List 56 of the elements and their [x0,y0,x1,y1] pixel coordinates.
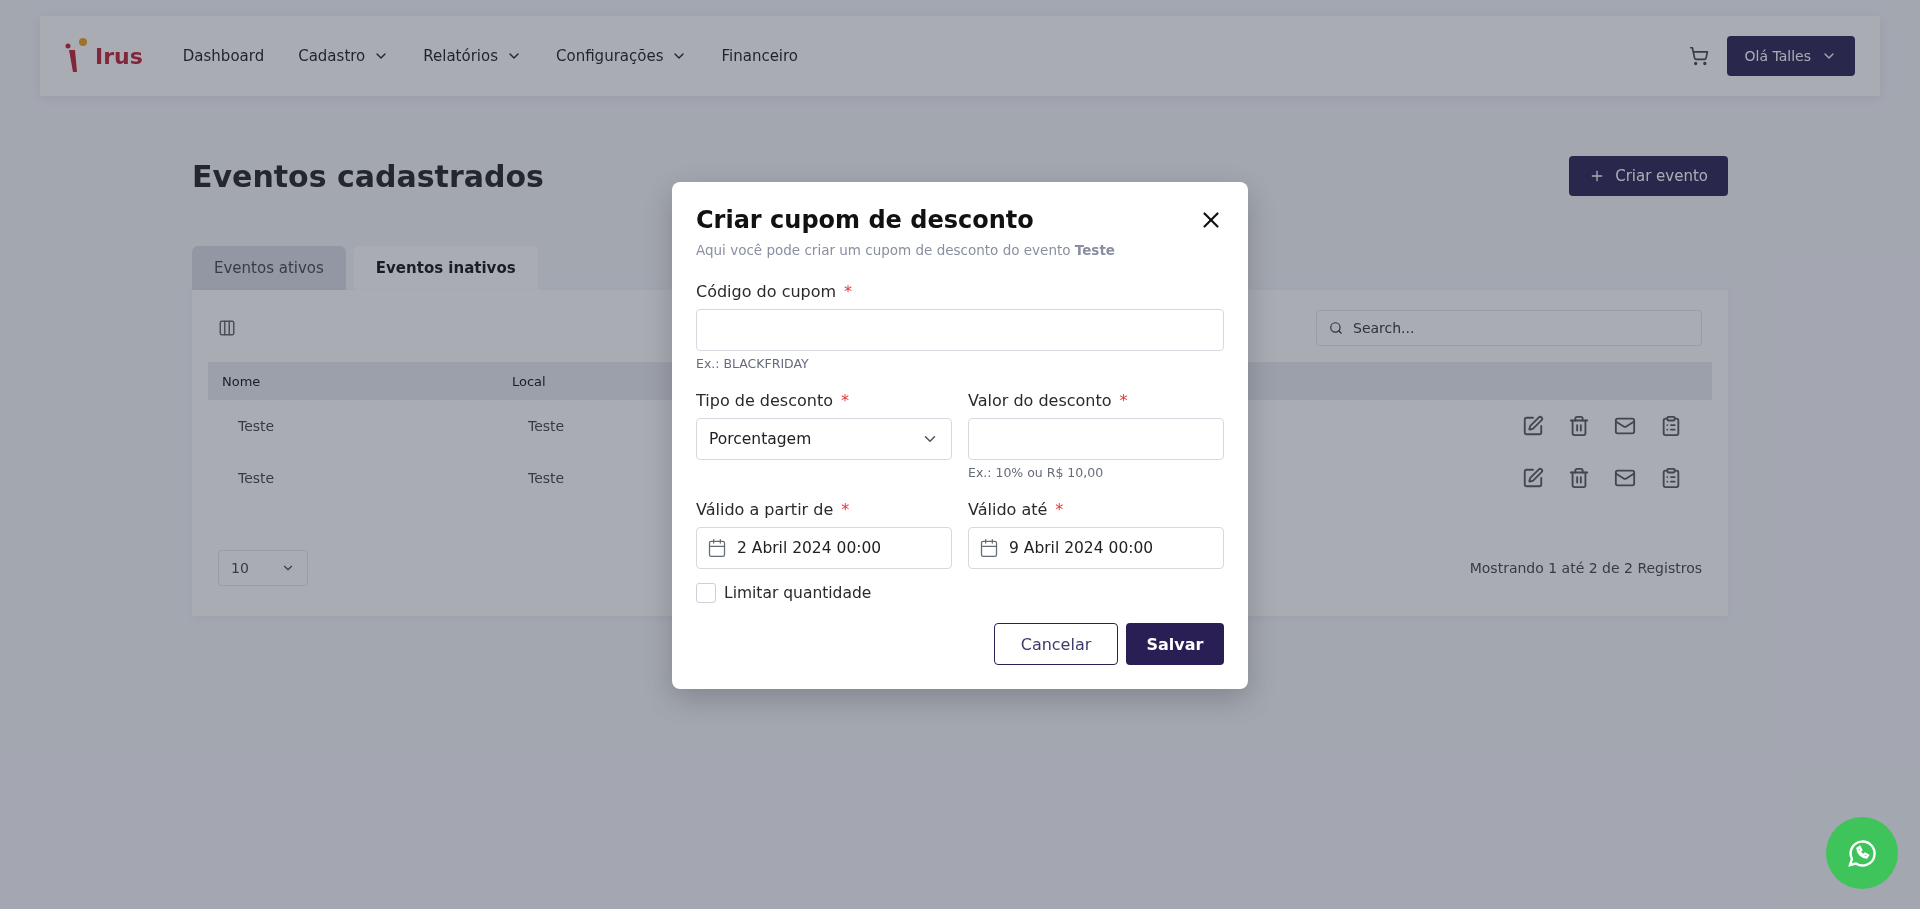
edit-icon[interactable] [1522,415,1544,437]
table-cell: Teste [528,418,565,434]
trash-icon[interactable] [1568,467,1590,489]
table-cell: Teste [238,418,275,434]
field-hint: Ex.: 10% ou R$ 10,00 [968,465,1105,480]
columns-icon[interactable] [218,319,236,337]
column-header: Nome [222,373,261,389]
required-asterisk: * [1055,500,1064,519]
records-summary: Mostrando 1 até 2 de 2 Registros [1469,560,1702,576]
field-label: Código do cupom [696,282,837,301]
dialog-subtitle: Aqui você pode criar um cupom de desconto do evento Teste [696,242,1116,258]
user-menu-button[interactable]: Olá Talles [1726,36,1855,76]
cart-icon[interactable] [1688,46,1709,66]
save-button[interactable]: Salvar [1126,623,1224,665]
text-input-field[interactable] [968,418,1224,460]
table-cell: Teste [528,470,565,486]
logo: Irus [65,36,143,76]
date-input-field[interactable]: 2 Abril 2024 00:00 [696,527,952,569]
calendar-icon [707,538,727,558]
nav-link[interactable]: Cadastro [298,47,390,65]
field-label: Válido até [968,500,1048,519]
checkbox-label: Limitar quantidade [724,584,872,602]
date-input-field[interactable]: 9 Abril 2024 00:00 [968,527,1224,569]
clipboard-icon[interactable] [1660,467,1682,489]
text-input-field[interactable] [696,309,1224,351]
cancel-button[interactable]: Cancelar [994,623,1118,665]
mail-icon[interactable] [1614,415,1636,437]
tab[interactable]: Eventos inativos [353,246,538,290]
nav-link[interactable]: Configurações [556,47,688,65]
page-title: Eventos cadastrados [192,158,544,194]
search-icon [1329,321,1343,335]
dialog-title: Criar cupom de desconto [696,206,1034,234]
nav-link[interactable]: Relatórios [423,47,522,65]
table-cell: Teste [238,470,275,486]
field-label: Valor do desconto [968,391,1112,410]
nav-link[interactable]: Financeiro [721,47,799,65]
column-header: Local [512,373,546,389]
discount-type-select[interactable]: Porcentagem [696,418,952,460]
create-event-button[interactable]: Criar evento [1569,156,1728,196]
tab[interactable]: Eventos ativos [192,246,346,290]
edit-icon[interactable] [1522,467,1544,489]
required-asterisk: * [844,282,853,301]
field-hint: Ex.: BLACKFRIDAY [696,356,810,371]
checkbox[interactable] [696,583,716,603]
trash-icon[interactable] [1568,415,1590,437]
calendar-icon [979,538,999,558]
required-asterisk: * [840,391,849,410]
clipboard-icon[interactable] [1660,415,1682,437]
search-field[interactable]: Search... [1316,310,1702,346]
field-label: Tipo de desconto [696,391,833,410]
page-size-select[interactable]: 10 [218,550,308,586]
required-asterisk: * [1119,391,1128,410]
field-label: Válido a partir de [696,500,834,519]
required-asterisk: * [841,500,850,519]
mail-icon[interactable] [1614,467,1636,489]
nav-link[interactable]: Dashboard [182,47,265,65]
